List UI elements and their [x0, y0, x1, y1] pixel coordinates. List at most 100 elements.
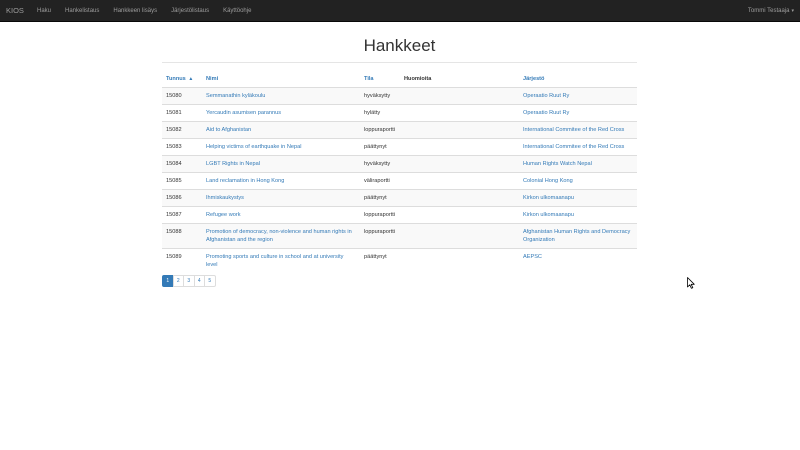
cell-notes: [400, 247, 519, 273]
sort-org-link[interactable]: Järjestö: [523, 76, 544, 82]
sort-name-link[interactable]: Nimi: [206, 76, 218, 82]
column-header-name[interactable]: Nimi: [202, 72, 360, 88]
cell-notes: [400, 103, 519, 121]
cell-notes: [400, 188, 519, 206]
organization-link[interactable]: Operaatio Ruut Ry: [523, 110, 569, 116]
cell-org: AEPSC: [519, 247, 637, 273]
organization-link[interactable]: AEPSC: [523, 254, 542, 260]
project-link[interactable]: Promoting sports and culture in school a…: [206, 254, 343, 268]
cell-notes: [400, 222, 519, 248]
cell-status: hylätty: [360, 103, 400, 121]
title-divider: [162, 62, 637, 63]
cell-org: Kirkon ulkomaanapu: [519, 188, 637, 206]
cell-status: loppuraportti: [360, 222, 400, 248]
column-header-notes: Huomioita: [400, 72, 519, 88]
nav-link-haku[interactable]: Haku: [30, 0, 58, 22]
organization-link[interactable]: Kirkon ulkomaanapu: [523, 195, 574, 201]
nav-link-hankkeen-lisays[interactable]: Hankkeen lisäys: [106, 0, 164, 22]
organization-link[interactable]: Afghanistan Human Rights and Democracy O…: [523, 229, 630, 243]
cell-notes: [400, 154, 519, 172]
organization-link[interactable]: International Commitee of the Red Cross: [523, 127, 624, 133]
cell-name: Promoting sports and culture in school a…: [202, 247, 360, 273]
cell-status: hyväksytty: [360, 154, 400, 172]
column-header-status[interactable]: Tila: [360, 72, 400, 88]
cell-notes: [400, 171, 519, 189]
table-row: 15083 Helping victims of earthquake in N…: [162, 137, 637, 155]
cell-status: päättynyt: [360, 188, 400, 206]
cell-name: Aid to Afghanistan: [202, 120, 360, 138]
cell-name: Ihmiskaukystys: [202, 188, 360, 206]
table-row: 15084 LGBT Rights in Nepal hyväksytty Hu…: [162, 154, 637, 172]
cell-notes: [400, 86, 519, 104]
organization-link[interactable]: Human Rights Watch Nepal: [523, 161, 592, 167]
sort-ascending-icon: ▲: [188, 76, 194, 83]
cell-status: hyväksytty: [360, 86, 400, 104]
table-row: 15080 Semmanathin kyläkoulu hyväksytty O…: [162, 86, 637, 104]
project-link[interactable]: Semmanathin kyläkoulu: [206, 93, 265, 99]
cell-id: 15085: [162, 171, 202, 189]
table-body: 15080 Semmanathin kyläkoulu hyväksytty O…: [162, 86, 637, 273]
table-row: 15088 Promotion of democracy, non-violen…: [162, 222, 637, 248]
table-row: 15082 Aid to Afghanistan loppuraportti I…: [162, 120, 637, 138]
table-row: 15085 Land reclamation in Hong Kong väli…: [162, 171, 637, 189]
table-row: 15087 Refugee work loppuraportti Kirkon …: [162, 205, 637, 223]
organization-link[interactable]: Colonial Hong Kong: [523, 178, 573, 184]
cell-id: 15083: [162, 137, 202, 155]
page-button-5[interactable]: 5: [204, 275, 216, 287]
project-link[interactable]: Promotion of democracy, non-violence and…: [206, 229, 352, 243]
projects-table: Tunnus ▲ Nimi Tila Huomioita Järjestö 15…: [162, 72, 637, 273]
sort-status-link[interactable]: Tila: [364, 76, 374, 82]
project-link[interactable]: Refugee work: [206, 212, 241, 218]
project-link[interactable]: Ihmiskaukystys: [206, 195, 244, 201]
cell-name: Land reclamation in Hong Kong: [202, 171, 360, 189]
column-header-id[interactable]: Tunnus ▲: [162, 72, 202, 88]
cell-org: Kirkon ulkomaanapu: [519, 205, 637, 223]
pagination: 1 2 3 4 5: [162, 275, 216, 287]
cell-org: Operaatio Ruut Ry: [519, 86, 637, 104]
table-row: 15086 Ihmiskaukystys päättynyt Kirkon ul…: [162, 188, 637, 206]
cell-org: International Commitee of the Red Cross: [519, 137, 637, 155]
table-row: 15081 Yercaudin asumisen parannus hylätt…: [162, 103, 637, 121]
nav-link-jarjestolistaus[interactable]: Järjestölistaus: [164, 0, 216, 22]
project-link[interactable]: LGBT Rights in Nepal: [206, 161, 260, 167]
cell-notes: [400, 205, 519, 223]
project-link[interactable]: Yercaudin asumisen parannus: [206, 110, 281, 116]
organization-link[interactable]: Operaatio Ruut Ry: [523, 93, 569, 99]
cell-name: Promotion of democracy, non-violence and…: [202, 222, 360, 248]
cell-status: loppuraportti: [360, 120, 400, 138]
mouse-pointer-icon: [687, 277, 695, 289]
organization-link[interactable]: International Commitee of the Red Cross: [523, 144, 624, 150]
cell-status: päättynyt: [360, 247, 400, 273]
project-link[interactable]: Land reclamation in Hong Kong: [206, 178, 284, 184]
table-header: Tunnus ▲ Nimi Tila Huomioita Järjestö: [162, 72, 637, 88]
cell-status: loppuraportti: [360, 205, 400, 223]
cell-id: 15082: [162, 120, 202, 138]
table-row: 15089 Promoting sports and culture in sc…: [162, 247, 637, 273]
cell-org: Afghanistan Human Rights and Democracy O…: [519, 222, 637, 248]
table-header-row: Tunnus ▲ Nimi Tila Huomioita Järjestö: [162, 72, 637, 88]
cell-name: LGBT Rights in Nepal: [202, 154, 360, 172]
cell-status: väliraportti: [360, 171, 400, 189]
cell-notes: [400, 120, 519, 138]
column-header-org[interactable]: Järjestö: [519, 72, 637, 88]
cell-status: päättynyt: [360, 137, 400, 155]
cell-org: Human Rights Watch Nepal: [519, 154, 637, 172]
cell-name: Refugee work: [202, 205, 360, 223]
page-title: Hankkeet: [363, 36, 436, 55]
brand-link[interactable]: KIOS: [6, 0, 24, 22]
cell-org: International Commitee of the Red Cross: [519, 120, 637, 138]
cell-id: 15084: [162, 154, 202, 172]
organization-link[interactable]: Kirkon ulkomaanapu: [523, 212, 574, 218]
top-navbar: KIOS Haku Hankelistaus Hankkeen lisäys J…: [0, 0, 800, 22]
cell-name: Semmanathin kyläkoulu: [202, 86, 360, 104]
user-menu[interactable]: Tommi Testaaja ▾: [748, 0, 794, 22]
sort-id-link[interactable]: Tunnus: [166, 76, 186, 82]
caret-down-icon: ▾: [791, 8, 794, 14]
cell-id: 15088: [162, 222, 202, 248]
cell-id: 15089: [162, 247, 202, 273]
project-link[interactable]: Helping victims of earthquake in Nepal: [206, 144, 301, 150]
nav-link-kayttoohje[interactable]: Käyttöohje: [216, 0, 258, 22]
project-link[interactable]: Aid to Afghanistan: [206, 127, 251, 133]
nav-link-hankelistaus[interactable]: Hankelistaus: [58, 0, 106, 22]
cell-id: 15080: [162, 86, 202, 104]
